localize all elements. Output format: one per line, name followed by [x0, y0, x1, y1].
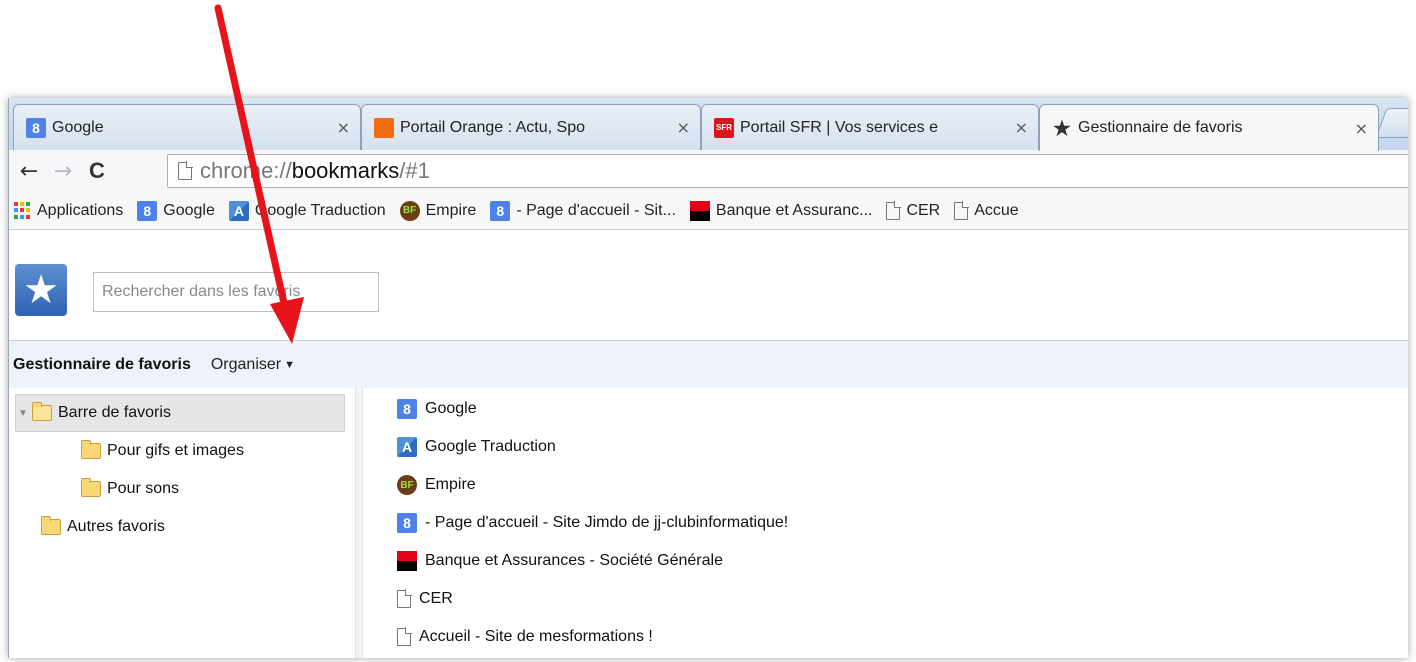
google-icon: 8 [137, 200, 158, 221]
tab-title: Google [52, 118, 104, 136]
page-icon [178, 161, 193, 180]
folder-icon [81, 440, 101, 459]
forward-icon[interactable]: → [49, 157, 77, 185]
bookmark-accueil[interactable]: Accue [954, 200, 1019, 220]
reload-icon[interactable]: C [83, 157, 111, 185]
bookmark-empire[interactable]: BF Empire [399, 200, 476, 221]
screenshot: 8 Google × Portail Orange : Actu, Spo × … [0, 0, 1416, 662]
toolbar: ← → C chrome://bookmarks/#1 [9, 150, 1408, 192]
page-icon [886, 200, 902, 220]
search-input[interactable] [93, 272, 379, 312]
tab-title: Gestionnaire de favoris [1078, 119, 1243, 136]
folder-tree: ▼ Barre de favoris Pour gifs et images P… [9, 388, 355, 658]
bookmark-page-accueil[interactable]: 8 - Page d'accueil - Sit... [490, 200, 676, 221]
close-icon[interactable]: × [677, 118, 690, 137]
bookmark-cer[interactable]: CER [886, 200, 940, 220]
orange-icon [374, 117, 394, 138]
list-item[interactable]: Banque et Assurances - Société Générale [397, 542, 1397, 580]
bookmark-list: 8 Google A Google Traduction BF Empire 8… [397, 390, 1397, 658]
societe-generale-icon [397, 551, 417, 571]
tab-google[interactable]: 8 Google × [13, 104, 361, 150]
tree-item-pour-gifs[interactable]: Pour gifs et images [81, 432, 244, 470]
tree-item-pour-sons[interactable]: Pour sons [81, 470, 179, 508]
folder-icon [41, 516, 61, 535]
tab-strip: 8 Google × Portail Orange : Actu, Spo × … [9, 98, 1408, 151]
bookmark-google[interactable]: 8 Google [137, 200, 215, 221]
tab-bookmark-manager[interactable]: ★ Gestionnaire de favoris × [1039, 104, 1379, 151]
google-icon: 8 [397, 399, 417, 419]
back-icon[interactable]: ← [15, 157, 43, 185]
tab-sfr[interactable]: SFR Portail SFR | Vos services e × [701, 104, 1039, 150]
list-item[interactable]: BF Empire [397, 466, 1397, 504]
bookmark-manager: ★ Gestionnaire de favoris Organiser ▼ ▼ … [9, 230, 1408, 658]
address-bar[interactable]: chrome://bookmarks/#1 [167, 154, 1408, 188]
url-text: chrome://bookmarks/#1 [200, 158, 430, 183]
tree-item-autres-favoris[interactable]: Autres favoris [41, 508, 165, 546]
google-icon: 8 [490, 200, 511, 221]
browser-window: 8 Google × Portail Orange : Actu, Spo × … [8, 98, 1408, 658]
page-icon [954, 200, 970, 220]
translate-icon: A [228, 200, 249, 221]
list-item[interactable]: Accueil - Site de mesformations ! [397, 618, 1397, 656]
page-icon [397, 627, 412, 646]
list-item[interactable]: 8 Google [397, 390, 1397, 428]
page-icon [397, 589, 412, 608]
tab-orange[interactable]: Portail Orange : Actu, Spo × [361, 104, 701, 150]
empire-icon: BF [399, 200, 420, 221]
folder-icon [81, 478, 101, 497]
bookmarks-bar: Applications 8 Google A Google Traductio… [9, 192, 1408, 230]
caret-down-icon: ▼ [284, 358, 295, 371]
close-icon[interactable]: × [1015, 118, 1028, 137]
google-icon: 8 [397, 513, 417, 533]
expand-arrow-icon[interactable]: ▼ [16, 408, 30, 419]
star-icon: ★ [1053, 117, 1071, 140]
societe-generale-icon [689, 200, 710, 221]
open-folder-icon [32, 402, 52, 421]
google-icon: 8 [26, 117, 46, 138]
list-item[interactable]: A Google Traduction [397, 428, 1397, 466]
close-icon[interactable]: × [337, 118, 350, 137]
organise-menu[interactable]: Organiser ▼ [211, 356, 295, 374]
empire-icon: BF [397, 475, 417, 495]
bookmark-banque[interactable]: Banque et Assuranc... [689, 200, 872, 221]
splitter[interactable] [355, 388, 363, 658]
manager-header: Gestionnaire de favoris Organiser ▼ [9, 340, 1408, 388]
close-icon[interactable]: × [1355, 119, 1368, 138]
page-title: Gestionnaire de favoris [13, 355, 191, 373]
translate-icon: A [397, 437, 417, 457]
bookmark-google-traduction[interactable]: A Google Traduction [228, 200, 386, 221]
star-icon: ★ [15, 264, 67, 316]
new-tab-button[interactable] [1375, 108, 1408, 138]
tree-item-barre-de-favoris[interactable]: ▼ Barre de favoris [15, 394, 345, 432]
list-item[interactable]: CER [397, 580, 1397, 618]
bookmark-applications[interactable]: Applications [13, 202, 123, 220]
apps-icon [13, 201, 31, 220]
tab-title: Portail Orange : Actu, Spo [400, 118, 585, 136]
tab-title: Portail SFR | Vos services e [740, 118, 938, 136]
list-item[interactable]: 8 - Page d'accueil - Site Jimdo de jj-cl… [397, 504, 1397, 542]
sfr-icon: SFR [714, 117, 734, 138]
